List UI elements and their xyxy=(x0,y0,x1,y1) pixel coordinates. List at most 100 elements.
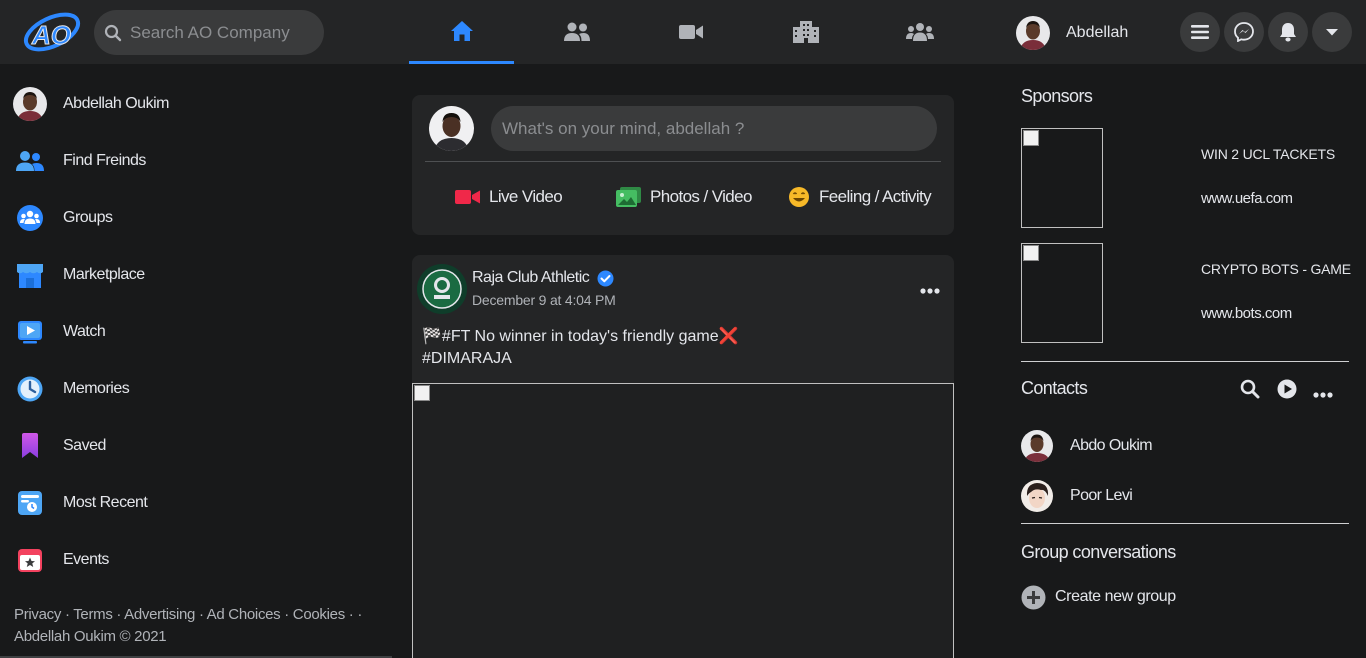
sidebar-item-label: Watch xyxy=(63,323,106,340)
broken-image-icon xyxy=(414,385,430,401)
sidebar-item-events[interactable]: Events xyxy=(13,540,109,580)
post-composer: Live Video Photos / Video Feeling / Acti… xyxy=(412,95,954,235)
app-logo[interactable]: AO xyxy=(22,8,84,56)
post-author[interactable]: Raja Club Athletic xyxy=(472,269,614,287)
sidebar-item-label: Memories xyxy=(63,380,130,397)
post-options-button[interactable] xyxy=(920,281,940,299)
post-image[interactable] xyxy=(412,383,954,658)
play-circle-icon xyxy=(1277,379,1297,399)
tab-home[interactable] xyxy=(409,0,514,64)
notifications-button[interactable] xyxy=(1268,12,1308,52)
video-room-button[interactable] xyxy=(1277,379,1297,404)
sidebar-item-find-friends[interactable]: Find Freinds xyxy=(13,141,146,181)
post-timestamp[interactable]: December 9 at 4:04 PM xyxy=(472,292,616,308)
sponsor-url[interactable]: www.uefa.com xyxy=(1201,190,1293,207)
chevron-down-icon xyxy=(1326,29,1338,36)
more-horizontal-icon xyxy=(920,288,940,294)
groups-icon xyxy=(13,201,47,235)
broken-image-icon xyxy=(1023,245,1039,261)
profile-shortcut[interactable]: Abdellah xyxy=(1016,16,1128,50)
footer-copyright: Abdellah Oukim © 2021 xyxy=(14,628,167,645)
avatar xyxy=(1021,430,1053,462)
sponsor-image[interactable] xyxy=(1021,128,1103,228)
search-bar[interactable] xyxy=(94,10,324,55)
contacts-heading: Contacts xyxy=(1021,378,1088,398)
most-recent-icon xyxy=(13,486,47,520)
tab-watch[interactable] xyxy=(638,0,743,64)
post-text-line: #DIMARAJA xyxy=(422,350,512,367)
live-video-button[interactable]: Live Video xyxy=(455,179,563,215)
footer-links[interactable]: Privacy · Terms · Advertising · Ad Choic… xyxy=(14,604,362,626)
sponsor-title[interactable]: WIN 2 UCL TACKETS xyxy=(1201,146,1335,162)
building-icon xyxy=(792,21,819,43)
photos-icon xyxy=(616,187,641,207)
plus-icon xyxy=(1021,585,1046,609)
avatar xyxy=(1016,16,1050,50)
live-video-icon xyxy=(455,190,480,204)
feeling-activity-button[interactable]: Feeling / Activity xyxy=(788,179,932,215)
contact-item[interactable]: Poor Levi xyxy=(1021,480,1133,512)
photos-video-button[interactable]: Photos / Video xyxy=(616,179,752,215)
video-camera-icon xyxy=(678,25,703,39)
search-icon xyxy=(1240,379,1260,399)
top-navbar: AO Search AO Company Abdellah xyxy=(0,0,1366,64)
sidebar-item-profile[interactable]: Abdellah Oukim xyxy=(13,84,169,124)
sidebar-item-most-recent[interactable]: Most Recent xyxy=(13,483,148,523)
messenger-button[interactable] xyxy=(1224,12,1264,52)
sponsor-image[interactable] xyxy=(1021,243,1103,343)
sidebar-item-label: Saved xyxy=(63,437,106,454)
account-dropdown-button[interactable] xyxy=(1312,12,1352,52)
broken-image-icon xyxy=(1023,130,1039,146)
avatar xyxy=(429,106,474,151)
whats-on-your-mind-input[interactable] xyxy=(491,106,937,151)
menu-button[interactable] xyxy=(1180,12,1220,52)
feed-post: Raja Club Athletic December 9 at 4:04 PM… xyxy=(412,255,954,658)
raja-logo-icon xyxy=(417,264,467,314)
home-icon xyxy=(450,20,473,41)
page-avatar[interactable] xyxy=(417,264,467,314)
sponsor-title[interactable]: CRYPTO BOTS - GAME xyxy=(1201,261,1351,277)
sponsor-url[interactable]: www.bots.com xyxy=(1201,305,1292,322)
post-body: 🏁#FT No winner in today's friendly game❌… xyxy=(422,326,739,370)
sidebar-item-label: Marketplace xyxy=(63,266,145,283)
watch-icon xyxy=(13,315,47,349)
tab-friends[interactable] xyxy=(524,0,629,64)
sidebar-item-memories[interactable]: Memories xyxy=(13,369,130,409)
sidebar-item-groups[interactable]: Groups xyxy=(13,198,113,238)
create-new-group-label: Create new group xyxy=(1055,588,1176,605)
tab-marketplace[interactable] xyxy=(753,0,858,64)
search-contacts-button[interactable] xyxy=(1240,379,1260,404)
sidebar-item-label: Abdellah Oukim xyxy=(63,95,169,112)
left-sidebar: Abdellah Oukim Find Freinds Groups Marke… xyxy=(0,64,392,658)
verified-badge-icon xyxy=(597,270,614,286)
post-text-line: 🏁#FT No winner in today's friendly game❌ xyxy=(422,328,739,345)
calendar-icon xyxy=(13,543,47,577)
hamburger-icon xyxy=(1191,25,1209,39)
contacts-options-button[interactable] xyxy=(1313,385,1333,403)
post-author-name[interactable]: Raja Club Athletic xyxy=(472,269,590,287)
sidebar-item-label: Groups xyxy=(63,209,113,226)
create-new-group-button[interactable]: Create new group xyxy=(1021,584,1176,610)
contact-item[interactable]: Abdo Oukim xyxy=(1021,430,1153,462)
sidebar-item-label: Events xyxy=(63,551,109,568)
profile-name: Abdellah xyxy=(1066,24,1129,41)
feeling-activity-label: Feeling / Activity xyxy=(819,187,932,206)
contact-name: Abdo Oukim xyxy=(1070,437,1153,454)
sidebar-item-marketplace[interactable]: Marketplace xyxy=(13,255,145,295)
sidebar-item-saved[interactable]: Saved xyxy=(13,426,106,466)
groups-icon xyxy=(905,23,934,41)
bookmark-icon xyxy=(13,429,47,463)
sidebar-item-watch[interactable]: Watch xyxy=(13,312,106,352)
friends-icon xyxy=(13,144,47,178)
divider xyxy=(1021,361,1349,362)
photos-video-label: Photos / Video xyxy=(650,187,752,206)
bell-icon xyxy=(1280,23,1296,42)
search-icon xyxy=(104,24,122,41)
avatar xyxy=(1021,480,1053,512)
tab-groups[interactable] xyxy=(867,0,972,64)
sidebar-item-label: Most Recent xyxy=(63,494,148,511)
feeling-icon xyxy=(789,187,809,207)
search-input[interactable] xyxy=(130,22,310,43)
marketplace-icon xyxy=(13,258,47,292)
sidebar-item-label: Find Freinds xyxy=(63,152,146,169)
